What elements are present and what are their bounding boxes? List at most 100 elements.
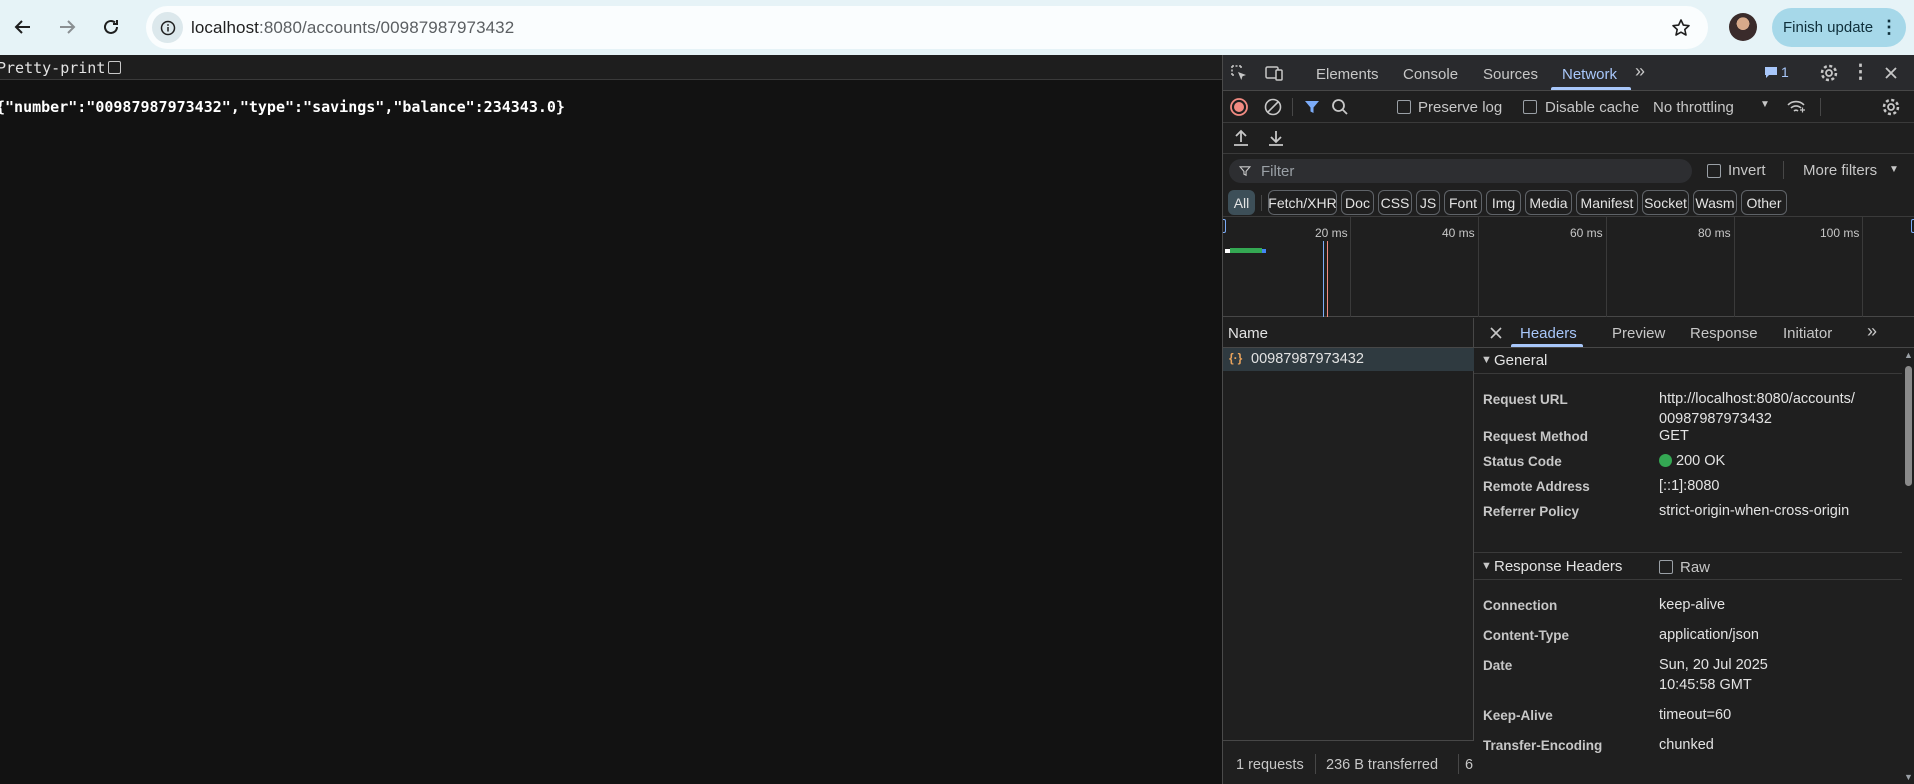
resource-type-filter-row: All Fetch/XHR Doc CSS JS Font Img Media … (1223, 187, 1914, 217)
type-filter-doc[interactable]: Doc (1341, 190, 1374, 215)
invert-checkbox[interactable] (1707, 164, 1721, 178)
devtools-tab-bar: Elements Console Sources Network » 1 ⋮ (1223, 55, 1914, 91)
request-name: 00987987973432 (1251, 351, 1364, 367)
type-filter-wasm[interactable]: Wasm (1693, 190, 1737, 215)
more-detail-tabs-chevron-icon[interactable]: » (1867, 321, 1877, 342)
status-code-text: 200 OK (1676, 453, 1726, 469)
reload-icon (104, 19, 118, 34)
type-filter-other[interactable]: Other (1741, 190, 1787, 215)
network-conditions-icon[interactable] (1786, 97, 1806, 117)
invert-label: Invert (1728, 162, 1766, 179)
type-filter-all[interactable]: All (1228, 190, 1255, 215)
json-fetch-icon: {·} (1229, 351, 1243, 365)
type-filter-img[interactable]: Img (1486, 190, 1521, 215)
type-filter-font[interactable]: Font (1444, 190, 1482, 215)
back-button[interactable] (6, 10, 40, 44)
toolbar-divider (1820, 98, 1821, 116)
disable-cache-label: Disable cache (1545, 99, 1640, 116)
header-key: Keep-Alive (1483, 708, 1553, 723)
finish-update-label: Finish update (1783, 19, 1874, 36)
tab-response[interactable]: Response (1690, 325, 1758, 342)
close-detail-icon[interactable] (1486, 323, 1506, 343)
general-section-header[interactable]: ▼ General (1474, 348, 1902, 374)
tab-console[interactable]: Console (1403, 66, 1458, 83)
filter-row: Filter Invert More filters ▼ (1223, 155, 1914, 185)
more-filters-dropdown-icon[interactable]: ▼ (1889, 164, 1899, 175)
devtools-panel: Elements Console Sources Network » 1 ⋮ P… (1222, 55, 1914, 784)
header-key: Request Method (1483, 429, 1589, 444)
tab-headers[interactable]: Headers (1520, 325, 1577, 342)
disable-cache-checkbox[interactable] (1523, 100, 1537, 114)
type-filter-media[interactable]: Media (1525, 190, 1572, 215)
response-headers-section-header[interactable]: ▼ Response Headers Raw (1474, 552, 1902, 580)
scroll-down-icon[interactable]: ▼ (1904, 772, 1913, 782)
profile-avatar[interactable] (1729, 13, 1757, 41)
scroll-thumb[interactable] (1905, 366, 1912, 486)
type-filter-css[interactable]: CSS (1378, 190, 1412, 215)
throttling-dropdown-icon[interactable]: ▼ (1760, 99, 1770, 110)
forward-button[interactable] (50, 10, 84, 44)
site-info-icon[interactable] (152, 12, 183, 43)
type-filter-manifest[interactable]: Manifest (1576, 190, 1638, 215)
more-filters-button[interactable]: More filters (1803, 162, 1877, 179)
header-value-transfer-encoding: chunked (1659, 737, 1714, 753)
timeline-left-handle[interactable] (1223, 219, 1226, 233)
header-value-status-code: 200 OK (1659, 451, 1859, 471)
status-divider (1458, 754, 1459, 774)
pretty-print-bar: Pretty-print (0, 55, 1222, 80)
type-filter-fetch-xhr[interactable]: Fetch/XHR (1268, 190, 1337, 215)
finish-update-button[interactable]: Finish update ⋮ (1772, 8, 1906, 47)
throttling-select[interactable]: No throttling (1653, 99, 1734, 116)
issues-count: 1 (1781, 64, 1789, 80)
timeline-gridline (1478, 217, 1479, 317)
tab-preview[interactable]: Preview (1612, 325, 1665, 342)
type-filter-socket[interactable]: Socket (1642, 190, 1689, 215)
toolbar-divider (1292, 98, 1293, 116)
header-value-remote-address: [::1]:8080 (1659, 478, 1720, 494)
reload-button[interactable] (94, 10, 128, 44)
pretty-print-checkbox[interactable] (108, 61, 121, 74)
settings-gear-icon[interactable] (1819, 63, 1839, 83)
export-har-download-icon[interactable] (1266, 128, 1286, 148)
request-count: 1 requests (1236, 757, 1304, 773)
tab-initiator[interactable]: Initiator (1783, 325, 1832, 342)
network-toolbar: Preserve log Disable cache No throttling… (1223, 91, 1914, 123)
address-bar[interactable]: localhost:8080/accounts/00987987973432 (146, 6, 1708, 49)
record-stop-icon[interactable] (1229, 97, 1249, 117)
tab-network[interactable]: Network (1562, 66, 1617, 83)
more-tabs-chevron-icon[interactable]: » (1635, 61, 1645, 82)
filter-funnel-icon[interactable] (1302, 97, 1322, 117)
devtools-menu-icon[interactable]: ⋮ (1851, 61, 1870, 84)
url-text[interactable]: localhost:8080/accounts/00987987973432 (191, 18, 514, 38)
timeline-gridline (1734, 217, 1735, 317)
preserve-log-checkbox[interactable] (1397, 100, 1411, 114)
clear-icon[interactable] (1263, 97, 1283, 117)
name-column-header[interactable]: Name (1223, 318, 1474, 348)
detail-scrollbar[interactable]: ▲ ▼ (1902, 348, 1914, 784)
type-filter-js[interactable]: JS (1416, 190, 1440, 215)
tab-sources[interactable]: Sources (1483, 66, 1538, 83)
scroll-up-icon[interactable]: ▲ (1904, 350, 1913, 360)
timeline-load-marker (1327, 241, 1328, 317)
device-toolbar-icon[interactable] (1264, 63, 1284, 83)
bookmark-star-icon[interactable] (1668, 15, 1694, 41)
close-devtools-icon[interactable] (1881, 63, 1901, 83)
timeline-label: 60 ms (1570, 226, 1603, 240)
import-har-upload-icon[interactable] (1231, 128, 1251, 148)
tab-elements[interactable]: Elements (1316, 66, 1379, 83)
network-settings-gear-icon[interactable] (1881, 97, 1901, 117)
raw-checkbox[interactable] (1659, 560, 1673, 574)
toolbar-divider (1783, 161, 1784, 179)
inspect-element-icon[interactable] (1229, 63, 1249, 83)
header-key: Request URL (1483, 392, 1568, 407)
issues-badge[interactable]: 1 (1764, 64, 1789, 80)
request-row[interactable]: {·} 00987987973432 (1223, 348, 1474, 371)
kebab-menu-icon: ⋮ (1880, 17, 1898, 37)
network-overview-timeline[interactable]: 20 ms 40 ms 60 ms 80 ms 100 ms (1223, 217, 1914, 317)
chip-divider (1261, 195, 1262, 211)
search-icon[interactable] (1330, 97, 1350, 117)
filter-input[interactable]: Filter (1229, 159, 1692, 183)
url-host: localhost (191, 18, 259, 37)
page-content: Pretty-print {"number":"00987987973432",… (0, 55, 1222, 784)
general-section-title: General (1494, 352, 1548, 369)
